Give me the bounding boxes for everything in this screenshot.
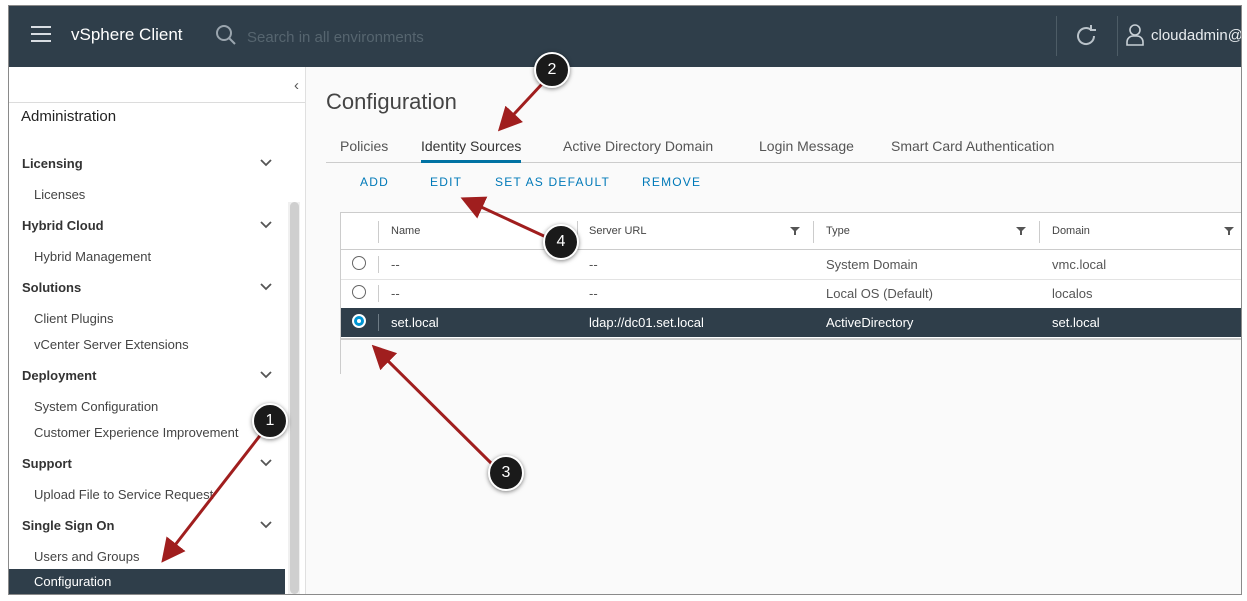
- cell-name: --: [391, 257, 400, 272]
- sidebar-group-hybrid-cloud[interactable]: Hybrid Cloud: [22, 218, 104, 233]
- tab-bar: Policies Identity Sources Active Directo…: [326, 138, 1241, 163]
- grid-header: Name Server URL Type Domain: [341, 213, 1241, 250]
- tab-active-directory-domain[interactable]: Active Directory Domain: [563, 138, 713, 162]
- table-row-selected[interactable]: set.local ldap://dc01.set.local ActiveDi…: [341, 308, 1241, 337]
- row-separator: [378, 256, 379, 273]
- filter-icon[interactable]: [790, 226, 800, 236]
- edit-button[interactable]: EDIT: [430, 175, 462, 189]
- sidebar-item-hybrid-management[interactable]: Hybrid Management: [34, 249, 151, 264]
- search-icon[interactable]: [215, 24, 237, 46]
- cell-type: System Domain: [826, 257, 918, 272]
- column-separator[interactable]: [813, 221, 814, 243]
- tab-login-message[interactable]: Login Message: [759, 138, 854, 162]
- row-radio-selected[interactable]: [352, 314, 366, 328]
- chevron-down-icon[interactable]: [259, 218, 273, 232]
- cell-name: --: [391, 286, 400, 301]
- user-name[interactable]: cloudadmin@: [1151, 27, 1241, 44]
- sidebar-group-licensing[interactable]: Licensing: [22, 156, 83, 171]
- table-row[interactable]: -- -- System Domain vmc.local: [341, 250, 1241, 280]
- identity-sources-grid: Name Server URL Type Domain -- -- System…: [340, 212, 1241, 375]
- chevron-down-icon[interactable]: [259, 368, 273, 382]
- sidebar-group-support[interactable]: Support: [22, 456, 72, 471]
- filter-icon[interactable]: [1224, 226, 1234, 236]
- sidebar-group-solutions[interactable]: Solutions: [22, 280, 81, 295]
- user-icon[interactable]: [1125, 24, 1145, 46]
- row-radio[interactable]: [352, 256, 366, 270]
- main-content: Configuration Policies Identity Sources …: [306, 67, 1241, 594]
- sidebar-heading: Administration: [21, 108, 117, 125]
- app-title[interactable]: vSphere Client: [71, 25, 183, 45]
- callout-3: 3: [488, 455, 524, 491]
- top-navigation-bar: vSphere Client cloudadmin@: [9, 6, 1241, 67]
- sidebar-item-users-and-groups[interactable]: Users and Groups: [34, 549, 140, 564]
- sidebar-group-deployment[interactable]: Deployment: [22, 368, 96, 383]
- callout-4: 4: [543, 224, 579, 260]
- cell-domain: vmc.local: [1052, 257, 1107, 272]
- filter-icon[interactable]: [1016, 226, 1026, 236]
- sidebar-group-single-sign-on[interactable]: Single Sign On: [22, 518, 114, 533]
- tab-smart-card-authentication[interactable]: Smart Card Authentication: [891, 138, 1054, 162]
- add-button[interactable]: ADD: [360, 175, 389, 189]
- column-header-type[interactable]: Type: [826, 225, 850, 237]
- sidebar-item-configuration[interactable]: Configuration: [9, 569, 285, 594]
- tab-identity-sources[interactable]: Identity Sources: [421, 138, 522, 163]
- cell-server-url: ldap://dc01.set.local: [589, 315, 704, 330]
- column-header-domain[interactable]: Domain: [1052, 225, 1090, 237]
- cell-domain: localos: [1052, 286, 1093, 301]
- refresh-icon[interactable]: [1073, 23, 1099, 49]
- remove-button[interactable]: REMOVE: [642, 175, 701, 189]
- sidebar-item-licenses[interactable]: Licenses: [34, 187, 85, 202]
- column-separator[interactable]: [1039, 221, 1040, 243]
- sidebar-divider: [9, 102, 305, 103]
- chevron-down-icon[interactable]: [259, 280, 273, 294]
- row-separator: [378, 314, 379, 331]
- tab-policies[interactable]: Policies: [340, 138, 388, 162]
- sidebar-item-system-configuration[interactable]: System Configuration: [34, 399, 158, 414]
- cell-name: set.local: [391, 315, 439, 330]
- sidebar-item-client-plugins[interactable]: Client Plugins: [34, 311, 114, 326]
- cell-type: Local OS (Default): [826, 286, 933, 301]
- callout-1: 1: [252, 403, 288, 439]
- sidebar-item-customer-experience[interactable]: Customer Experience Improvement: [34, 425, 238, 440]
- cell-domain: set.local: [1052, 315, 1100, 330]
- header-divider: [1056, 16, 1057, 56]
- sidebar-scrollbar[interactable]: [288, 202, 300, 594]
- column-header-name[interactable]: Name: [391, 225, 420, 237]
- sidebar-item-upload-file[interactable]: Upload File to Service Request: [34, 487, 213, 502]
- grid-footer: [341, 338, 1241, 375]
- menu-icon[interactable]: [31, 26, 51, 42]
- search-input[interactable]: [245, 24, 549, 50]
- sidebar-item-vcenter-server-extensions[interactable]: vCenter Server Extensions: [34, 337, 189, 352]
- column-separator: [378, 221, 379, 243]
- chevron-down-icon[interactable]: [259, 518, 273, 532]
- header-divider: [1117, 16, 1118, 56]
- row-radio[interactable]: [352, 285, 366, 299]
- cell-server-url: --: [589, 257, 598, 272]
- table-row[interactable]: -- -- Local OS (Default) localos: [341, 279, 1241, 309]
- app-window: vSphere Client cloudadmin@ ‹ Administrat…: [8, 5, 1242, 595]
- column-header-server-url[interactable]: Server URL: [589, 225, 646, 237]
- cell-server-url: --: [589, 286, 598, 301]
- scrollbar-thumb[interactable]: [290, 202, 299, 594]
- set-as-default-button[interactable]: SET AS DEFAULT: [495, 175, 610, 189]
- page-title: Configuration: [326, 89, 457, 114]
- callout-2: 2: [534, 52, 570, 88]
- cell-type: ActiveDirectory: [826, 315, 914, 330]
- chevron-down-icon[interactable]: [259, 156, 273, 170]
- chevron-down-icon[interactable]: [259, 456, 273, 470]
- chevron-left-icon[interactable]: ‹: [294, 77, 299, 94]
- sidebar: ‹ Administration Licensing Licenses Hybr…: [9, 67, 306, 594]
- row-separator: [378, 285, 379, 302]
